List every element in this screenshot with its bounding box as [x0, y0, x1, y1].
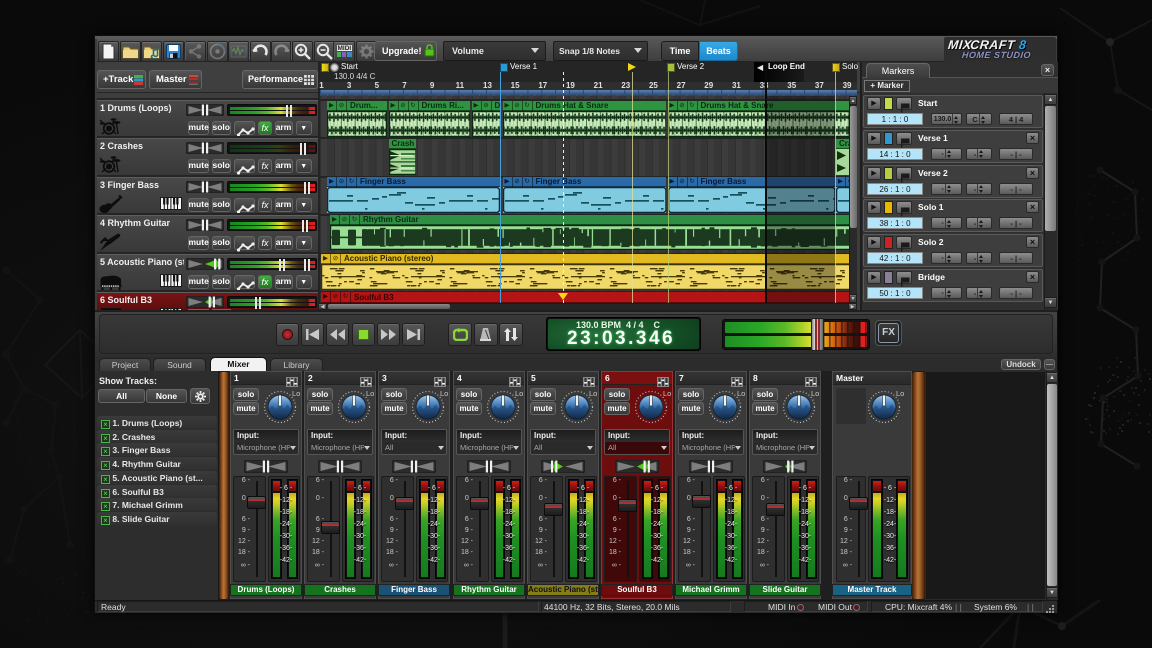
svg-text:MIDI: MIDI — [338, 45, 352, 52]
